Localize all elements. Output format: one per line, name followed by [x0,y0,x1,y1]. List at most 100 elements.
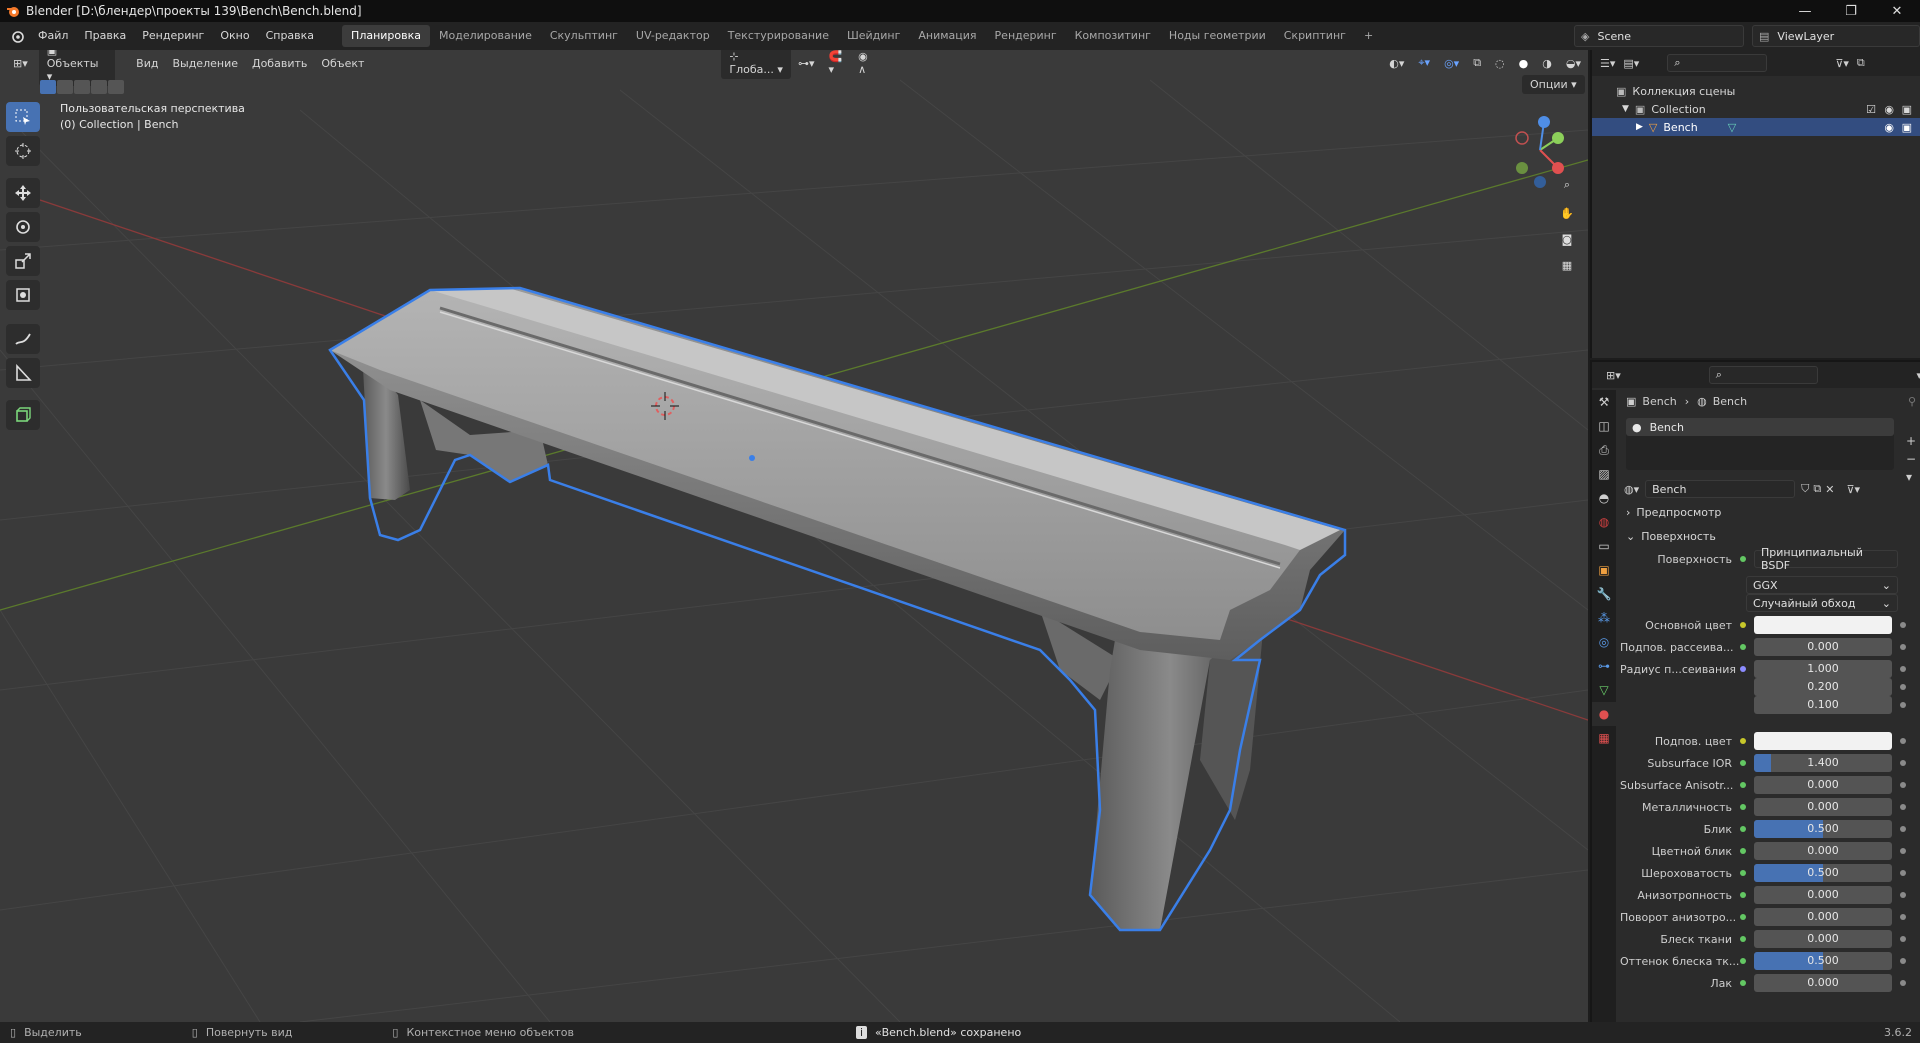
add-slot-icon[interactable]: + [1906,434,1916,448]
tab-compositing[interactable]: Композитинг [1066,25,1160,47]
tab-uv-editing[interactable]: UV-редактор [627,25,719,47]
render-camera-icon[interactable]: ▣ [1902,121,1912,134]
render-camera-icon[interactable]: ▣ [1902,103,1912,116]
tool-tab-icon[interactable]: ⚒ [1592,390,1616,414]
value-slider[interactable]: 1.400 [1754,754,1892,772]
new-collection-icon[interactable]: ⧉ [1857,56,1865,70]
mesh-data-icon[interactable]: ▽ [1728,121,1736,134]
tab-layout[interactable]: Планировка [342,25,431,47]
value-slider[interactable]: 0.500 [1754,952,1892,970]
value-slider[interactable]: 0.000 [1754,974,1892,992]
animate-property-icon[interactable] [1900,826,1906,832]
fake-user-icon[interactable]: ⛉ [1801,482,1809,496]
value-slider[interactable]: 0.000 [1754,798,1892,816]
add-cube-tool[interactable] [6,400,40,430]
animate-property-icon[interactable] [1900,622,1906,628]
menu-help[interactable]: Справка [258,22,322,50]
animate-property-icon[interactable] [1900,958,1906,964]
select-subtract-icon[interactable] [74,80,90,94]
shading-solid-icon[interactable]: ● [1512,57,1536,70]
proportional-edit-icon[interactable]: ◉ ∧ [851,50,882,76]
tab-sculpting[interactable]: Скульптинг [541,25,627,47]
render-tab-icon[interactable]: ◫ [1592,414,1616,438]
tab-rendering[interactable]: Рендеринг [986,25,1066,47]
visibility-eye-icon[interactable]: ◉ [1884,103,1894,116]
value-slider[interactable]: 0.000 [1754,638,1892,656]
animate-property-icon[interactable] [1900,870,1906,876]
camera-view-icon[interactable]: ◙ [1556,228,1578,250]
material-browse-icon[interactable]: ◍▾ [1624,483,1639,496]
material-slot-item[interactable]: ● Bench [1626,418,1894,436]
annotate-tool[interactable] [6,324,40,354]
value-slider[interactable]: 0.000 [1754,776,1892,794]
tab-animation[interactable]: Анимация [909,25,985,47]
tab-modeling[interactable]: Моделирование [430,25,541,47]
outliner-collection[interactable]: ▼ ▣ Collection ☑ ◉ ▣ [1592,100,1920,118]
material-slot-list[interactable]: ● Bench [1626,418,1894,470]
value-slider[interactable]: 0.000 [1754,908,1892,926]
gizmo-z-icon[interactable] [1538,116,1550,128]
xray-icon[interactable]: ⧉ [1466,56,1488,70]
texture-tab-icon[interactable]: ▦ [1592,726,1616,750]
animate-property-icon[interactable] [1900,702,1906,708]
material-tab-icon[interactable]: ● [1592,702,1616,726]
animate-property-icon[interactable] [1900,804,1906,810]
view-layer-selector[interactable]: ▤ ViewLayer [1752,25,1920,47]
animate-property-icon[interactable] [1900,738,1906,744]
tab-scripting[interactable]: Скриптинг [1275,25,1355,47]
modifier-tab-icon[interactable]: 🔧 [1592,582,1616,606]
tab-geometry-nodes[interactable]: Ноды геометрии [1160,25,1275,47]
select-intersect-icon[interactable] [108,80,124,94]
add-workspace-button[interactable]: + [1355,25,1382,47]
select-new-icon[interactable] [40,80,56,94]
properties-search-input[interactable]: ⌕ [1708,366,1819,384]
collection-tab-icon[interactable]: ▭ [1592,534,1616,558]
zoom-view-icon[interactable]: ⌕ [1556,174,1578,196]
material-name-field[interactable]: Bench [1645,480,1796,498]
move-tool[interactable] [6,178,40,208]
measure-tool[interactable] [6,358,40,388]
expand-arrow-icon[interactable]: ▶ [1636,122,1643,132]
menu-render[interactable]: Рендеринг [134,22,212,50]
world-tab-icon[interactable]: ◍ [1592,510,1616,534]
menu-window[interactable]: Окно [212,22,257,50]
transform-orientation-dropdown[interactable]: ⊹ Глоба... ▾ [721,50,792,79]
surface-shader-field[interactable]: Принципиальный BSDF [1754,546,1898,572]
pin-icon[interactable]: ⚲ [1908,395,1916,408]
visibility-eye-icon[interactable]: ◉ [1884,121,1894,134]
3d-viewport[interactable]: ⊞▾ ▣ Объекты ▾ Вид Выделение Добавить Об… [0,50,1588,1022]
close-button[interactable]: ✕ [1874,4,1920,19]
visibility-icon[interactable]: ◐▾ [1382,57,1411,70]
section-preview[interactable]: › Предпросмотр [1620,500,1920,524]
menu-edit[interactable]: Правка [76,22,134,50]
link-icon[interactable]: ⊽▾ [1846,483,1860,496]
overlay-toggle-icon[interactable]: ◎▾ [1437,57,1466,70]
duplicate-material-icon[interactable]: ⧉ [1813,482,1821,496]
transform-tool[interactable] [6,280,40,310]
animate-property-icon[interactable] [1900,666,1906,672]
rotate-tool[interactable] [6,212,40,242]
gizmo-neg-y-icon[interactable] [1516,162,1528,174]
outliner-display-mode-icon[interactable]: ▤▾ [1623,57,1639,70]
object-tab-icon[interactable]: ▣ [1592,558,1616,582]
value-slider[interactable]: 0.000 [1754,930,1892,948]
bench-object[interactable] [328,286,1347,932]
menu-view[interactable]: Вид [129,57,165,70]
animate-property-icon[interactable] [1900,914,1906,920]
menu-object[interactable]: Объект [314,57,371,70]
value-slider[interactable]: 0.000 [1754,842,1892,860]
tab-texture-paint[interactable]: Текстурирование [719,25,838,47]
animate-property-icon[interactable] [1900,684,1906,690]
output-tab-icon[interactable]: ⎙ [1592,438,1616,462]
remove-slot-icon[interactable]: − [1906,452,1916,466]
shading-material-icon[interactable]: ◑ [1535,57,1559,70]
scene-selector[interactable]: ◈ Scene [1574,25,1744,47]
animate-property-icon[interactable] [1900,892,1906,898]
filter-icon[interactable]: ⊽▾ [1835,57,1849,70]
gizmo-toggle-icon[interactable]: ⌖▾ [1411,56,1437,70]
shading-wireframe-icon[interactable]: ◌ [1488,57,1512,70]
shading-rendered-icon[interactable]: ◒▾ [1559,57,1588,70]
value-slider[interactable]: 0.500 [1754,864,1892,882]
select-invert-icon[interactable] [91,80,107,94]
color-swatch[interactable] [1754,732,1892,750]
